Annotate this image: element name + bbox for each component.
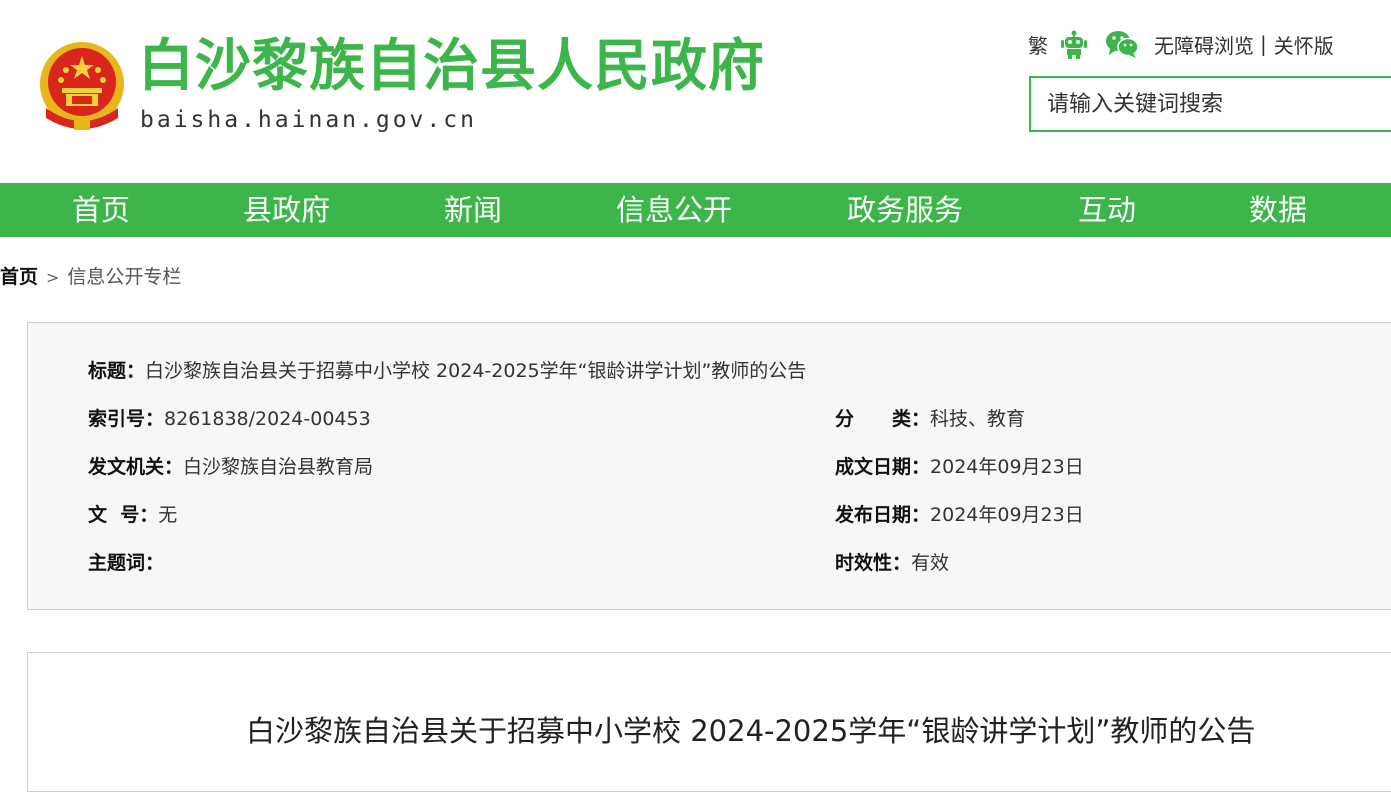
meta-document-number-value: 无 <box>158 504 178 526</box>
meta-created-date-row: 成文日期：2024年09月23日 <box>835 453 1084 481</box>
meta-title-row: 标题：白沙黎族自治县关于招募中小学校 2024-2025学年“银龄讲学计划”教师… <box>88 357 806 385</box>
meta-index-row: 索引号：8261838/2024-00453 <box>88 405 371 433</box>
wechat-icon[interactable] <box>1104 28 1139 60</box>
meta-published-date-value: 2024年09月23日 <box>930 504 1084 526</box>
meta-keywords-row: 主题词： <box>88 549 164 577</box>
meta-document-number-row: 文 号：无 <box>88 501 177 529</box>
meta-published-date-label: 发布日期： <box>835 504 931 526</box>
nav-item-home[interactable]: 首页 <box>72 183 130 237</box>
meta-category-row: 分 类：科技、教育 <box>835 405 1025 433</box>
meta-category-label: 分 类： <box>835 408 931 430</box>
breadcrumb-separator: > <box>46 268 60 287</box>
traditional-chinese-link[interactable]: 繁 <box>1028 30 1048 59</box>
meta-index-value: 8261838/2024-00453 <box>164 408 371 430</box>
breadcrumb: 首页 > 信息公开专栏 <box>0 264 181 291</box>
search-input[interactable] <box>1031 78 1387 130</box>
elderly-mode-link[interactable]: 关怀版 <box>1274 30 1334 59</box>
meta-created-date-value: 2024年09月23日 <box>930 456 1084 478</box>
nav-item-county-government[interactable]: 县政府 <box>243 183 330 237</box>
meta-title-label: 标题： <box>88 360 146 382</box>
meta-keywords-label: 主题词： <box>88 552 165 574</box>
nav-item-interaction[interactable]: 互动 <box>1078 183 1136 237</box>
meta-issuer-value: 白沙黎族自治县教育局 <box>183 456 374 478</box>
meta-validity-label: 时效性： <box>835 552 912 574</box>
nav-item-info-disclosure[interactable]: 信息公开 <box>616 183 732 237</box>
meta-document-number-label: 文 号： <box>88 504 159 526</box>
meta-created-date-label: 成文日期： <box>835 456 931 478</box>
site-domain: baisha.hainan.gov.cn <box>140 107 477 133</box>
nav-item-government-services[interactable]: 政务服务 <box>847 183 963 237</box>
search-box <box>1029 76 1391 132</box>
meta-title-value: 白沙黎族自治县关于招募中小学校 2024-2025学年“银龄讲学计划”教师的公告 <box>145 360 807 382</box>
meta-published-date-row: 发布日期：2024年09月23日 <box>835 501 1084 529</box>
robot-accessibility-icon[interactable] <box>1058 28 1090 60</box>
top-links-separator: | <box>1260 32 1267 56</box>
site-header: 白沙黎族自治县人民政府 baisha.hainan.gov.cn 繁 无障碍浏览… <box>0 0 1391 183</box>
meta-validity-row: 时效性：有效 <box>835 549 949 577</box>
meta-issuer-label: 发文机关： <box>88 456 184 478</box>
breadcrumb-home-link[interactable]: 首页 <box>0 266 38 288</box>
meta-index-label: 索引号： <box>88 408 165 430</box>
breadcrumb-current-link[interactable]: 信息公开专栏 <box>67 266 181 288</box>
national-emblem-icon <box>40 42 124 130</box>
nav-item-data[interactable]: 数据 <box>1249 183 1307 237</box>
top-links: 繁 无障碍浏览 | 关怀版 <box>1028 28 1334 60</box>
document-metadata-panel: 标题：白沙黎族自治县关于招募中小学校 2024-2025学年“银龄讲学计划”教师… <box>27 322 1391 610</box>
accessibility-link[interactable]: 无障碍浏览 <box>1154 30 1254 59</box>
meta-issuer-row: 发文机关：白沙黎族自治县教育局 <box>88 453 373 481</box>
article-title: 白沙黎族自治县关于招募中小学校 2024-2025学年“银龄讲学计划”教师的公告 <box>246 714 1256 748</box>
site-title[interactable]: 白沙黎族自治县人民政府 <box>138 31 765 103</box>
nav-item-news[interactable]: 新闻 <box>444 183 502 237</box>
meta-validity-value: 有效 <box>911 552 950 574</box>
main-nav: 首页 县政府 新闻 信息公开 政务服务 互动 数据 <box>0 183 1391 237</box>
meta-category-value: 科技、教育 <box>930 408 1026 430</box>
